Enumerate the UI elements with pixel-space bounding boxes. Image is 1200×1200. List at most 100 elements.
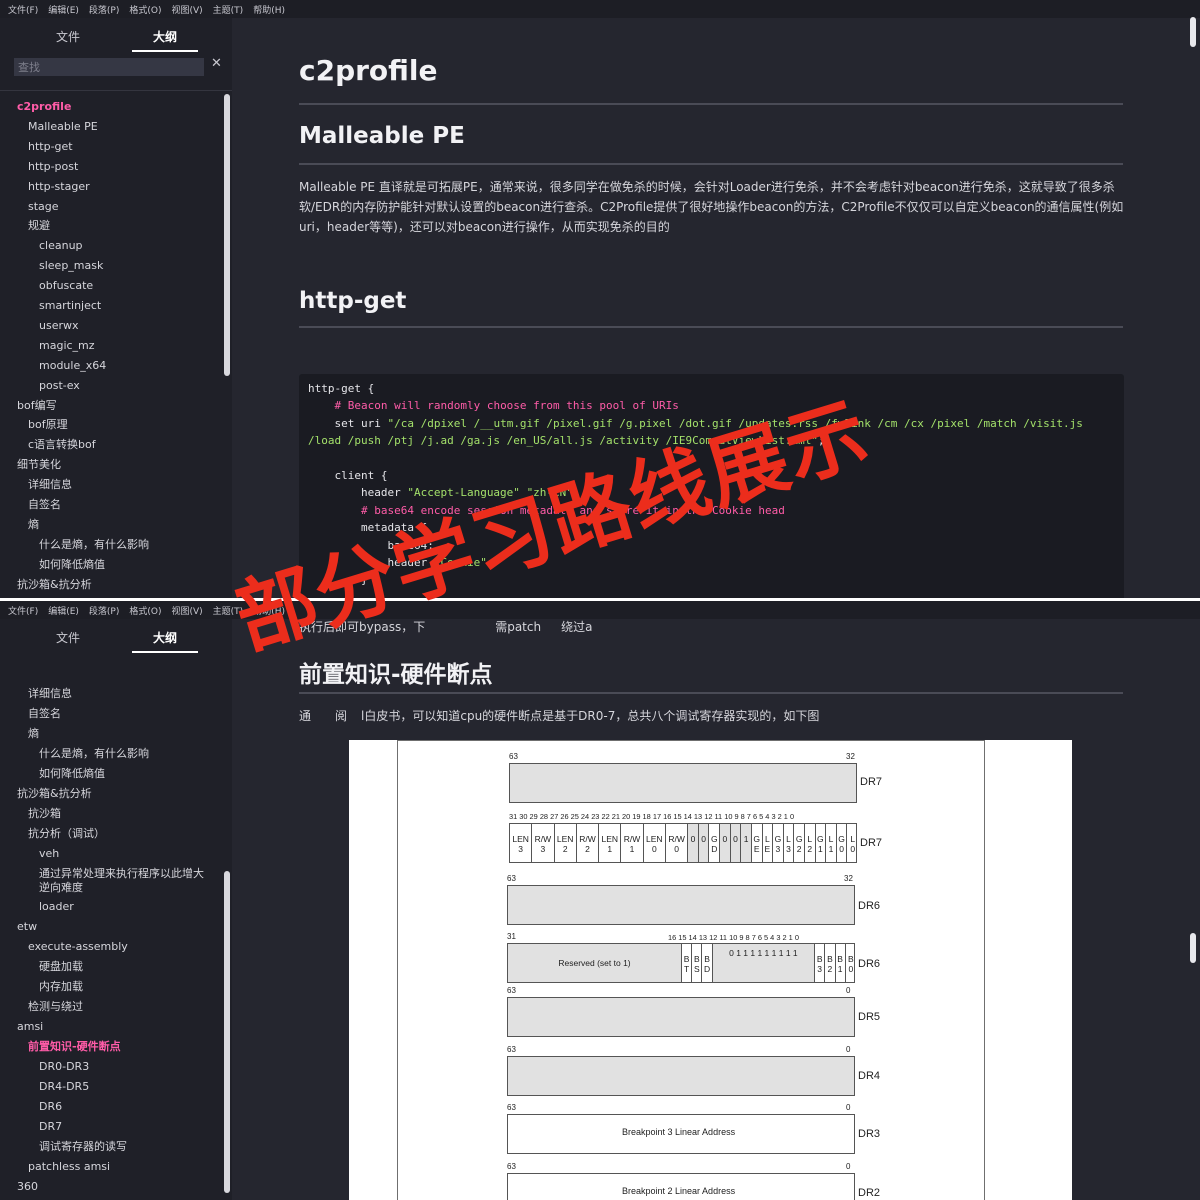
outline-item[interactable]: http-stager	[28, 180, 90, 194]
outline-item[interactable]: module_x64	[39, 359, 106, 373]
outline-item[interactable]: post-ex	[39, 379, 80, 393]
menu-format[interactable]: 格式(O)	[129, 604, 161, 617]
close-icon[interactable]: ✕	[211, 56, 222, 71]
document-content: 执行后即可bypass，下 需patch 绕过a 前置知识-硬件断点 通阅 l白皮书，…	[232, 619, 1200, 1200]
outline-item[interactable]: 自签名	[28, 498, 61, 512]
menu-edit[interactable]: 编辑(E)	[48, 3, 79, 16]
outline-item[interactable]: 前置知识-硬件断点	[28, 1040, 121, 1054]
tab-outline[interactable]: 大纲	[132, 627, 198, 653]
outline-item[interactable]: 360	[17, 1180, 38, 1194]
outline-item[interactable]: stage	[28, 200, 59, 214]
register-description: Breakpoint 2 Linear Address	[622, 1186, 736, 1196]
outline-item[interactable]: http-post	[28, 160, 78, 174]
bit-label: 63	[507, 986, 516, 995]
outline-item[interactable]: Malleable PE	[28, 120, 98, 134]
sidebar-scrollbar[interactable]	[224, 94, 230, 376]
outline-item[interactable]: DR4-DR5	[39, 1080, 89, 1094]
outline-item[interactable]: 抗沙箱	[28, 807, 61, 821]
register-label-dr7: DR7	[860, 837, 883, 849]
outline-item[interactable]: 硬盘加载	[39, 960, 83, 974]
outline-item[interactable]: c2profile	[17, 100, 71, 114]
menu-file[interactable]: 文件(F)	[8, 3, 38, 16]
menu-format[interactable]: 格式(O)	[129, 3, 161, 16]
outline-item[interactable]: 熵	[28, 727, 39, 741]
outline-item[interactable]: loader	[39, 900, 74, 914]
sidebar-scrollbar[interactable]	[224, 871, 230, 1193]
code-line: client {	[334, 469, 388, 483]
outline-item[interactable]: DR0-DR3	[39, 1060, 89, 1074]
heading-malleable-pe: Malleable PE	[299, 123, 465, 149]
outline-item[interactable]: 详细信息	[28, 687, 72, 701]
outline-item[interactable]: c语言转换bof	[28, 438, 96, 452]
menu-help[interactable]: 帮助(H)	[253, 3, 285, 16]
register-field: B S	[692, 944, 703, 982]
menu-file[interactable]: 文件(F)	[8, 604, 38, 617]
sidebar-tabs: 文件 大纲	[0, 26, 232, 56]
outline-item[interactable]: 规避	[28, 219, 50, 233]
content-scrollbar[interactable]	[1190, 933, 1196, 963]
bit-label: 0	[846, 1045, 851, 1054]
outline-item[interactable]: cleanup	[39, 239, 83, 253]
menu-view[interactable]: 视图(V)	[171, 3, 202, 16]
outline-item[interactable]: 通过异常处理来执行程序以此增大逆向难度	[39, 867, 214, 895]
register-box-dr4	[507, 1056, 855, 1096]
outline-item[interactable]: 调试寄存器的读写	[39, 1140, 127, 1154]
bit-numbers: 16 15 14 13 12 11 10 9 8 7 6 5 4 3 2 1 0	[668, 933, 799, 942]
outline-item[interactable]: bof原理	[28, 418, 68, 432]
outline-item[interactable]: obfuscate	[39, 279, 93, 293]
menu-help[interactable]: 帮助(H)	[253, 604, 285, 617]
outline-item[interactable]: 自签名	[28, 707, 61, 721]
outline-item[interactable]: 抗分析（调试）	[28, 827, 105, 841]
outline-item[interactable]: 什么是熵，有什么影响	[39, 747, 149, 761]
register-label-dr5: DR5	[858, 1011, 881, 1023]
outline-item[interactable]: 如何降低熵值	[39, 767, 105, 781]
register-box-dr3: Breakpoint 3 Linear Address	[507, 1114, 855, 1154]
register-label-dr7: DR7	[860, 776, 883, 788]
menu-bar: 文件(F) 编辑(E) 段落(P) 格式(O) 视图(V) 主题(T) 帮助(H…	[0, 0, 1200, 18]
tab-file[interactable]: 文件	[40, 627, 96, 653]
outline-item[interactable]: sleep_mask	[39, 259, 103, 273]
content-scrollbar[interactable]	[1190, 17, 1196, 47]
menu-theme[interactable]: 主题(T)	[213, 3, 244, 16]
menu-paragraph[interactable]: 段落(P)	[89, 604, 119, 617]
outline-item[interactable]: 抗沙箱&抗分析	[17, 787, 92, 801]
menu-edit[interactable]: 编辑(E)	[48, 604, 79, 617]
outline-item[interactable]: 内存加载	[39, 980, 83, 994]
top-window: 文件(F) 编辑(E) 段落(P) 格式(O) 视图(V) 主题(T) 帮助(H…	[0, 0, 1200, 598]
search-input[interactable]	[14, 58, 204, 76]
outline-item[interactable]: http-get	[28, 140, 73, 154]
code-block[interactable]: http-get { # Beacon will randomly choose…	[299, 374, 1124, 598]
bit-label: 63	[507, 1045, 516, 1054]
outline-item[interactable]: 细节美化	[17, 458, 61, 472]
heading-rule	[299, 103, 1123, 105]
heading-c2profile: c2profile	[299, 54, 438, 87]
sidebar-divider	[0, 90, 232, 91]
outline-item[interactable]: userwx	[39, 319, 79, 333]
menu-paragraph[interactable]: 段落(P)	[89, 3, 119, 16]
tab-outline[interactable]: 大纲	[132, 26, 198, 52]
outline-item[interactable]: 如何降低熵值	[39, 558, 105, 572]
outline-item[interactable]: etw	[17, 920, 37, 934]
outline-item[interactable]: 抗沙箱&抗分析	[17, 578, 92, 592]
outline-item[interactable]: 什么是熵，有什么影响	[39, 538, 149, 552]
menu-view[interactable]: 视图(V)	[171, 604, 202, 617]
debug-register-figure: 63 32 DR7 31 30 29 28 27 26 25 24 23 22 …	[349, 740, 1072, 1200]
outline-item[interactable]: DR6	[39, 1100, 62, 1114]
outline-item[interactable]: smartinject	[39, 299, 101, 313]
outline-item[interactable]: magic_mz	[39, 339, 95, 353]
outline-item[interactable]: DR7	[39, 1120, 62, 1134]
outline-item[interactable]: amsi	[17, 1020, 43, 1034]
outline-item[interactable]: veh	[39, 847, 59, 861]
outline-item[interactable]: execute-assembly	[28, 940, 128, 954]
outline-item[interactable]: 详细信息	[28, 478, 72, 492]
outline-item[interactable]: 检测与绕过	[28, 1000, 83, 1014]
outline-item[interactable]: patchless amsi	[28, 1160, 110, 1174]
register-field: G E	[752, 824, 763, 862]
heading-hardware-breakpoint: 前置知识-硬件断点	[299, 662, 493, 688]
register-field: 0	[720, 824, 731, 862]
outline-item[interactable]: bof编写	[17, 399, 57, 413]
menu-theme[interactable]: 主题(T)	[213, 604, 244, 617]
outline-item[interactable]: 熵	[28, 518, 39, 532]
register-field: G 3	[773, 824, 784, 862]
tab-file[interactable]: 文件	[40, 26, 96, 52]
